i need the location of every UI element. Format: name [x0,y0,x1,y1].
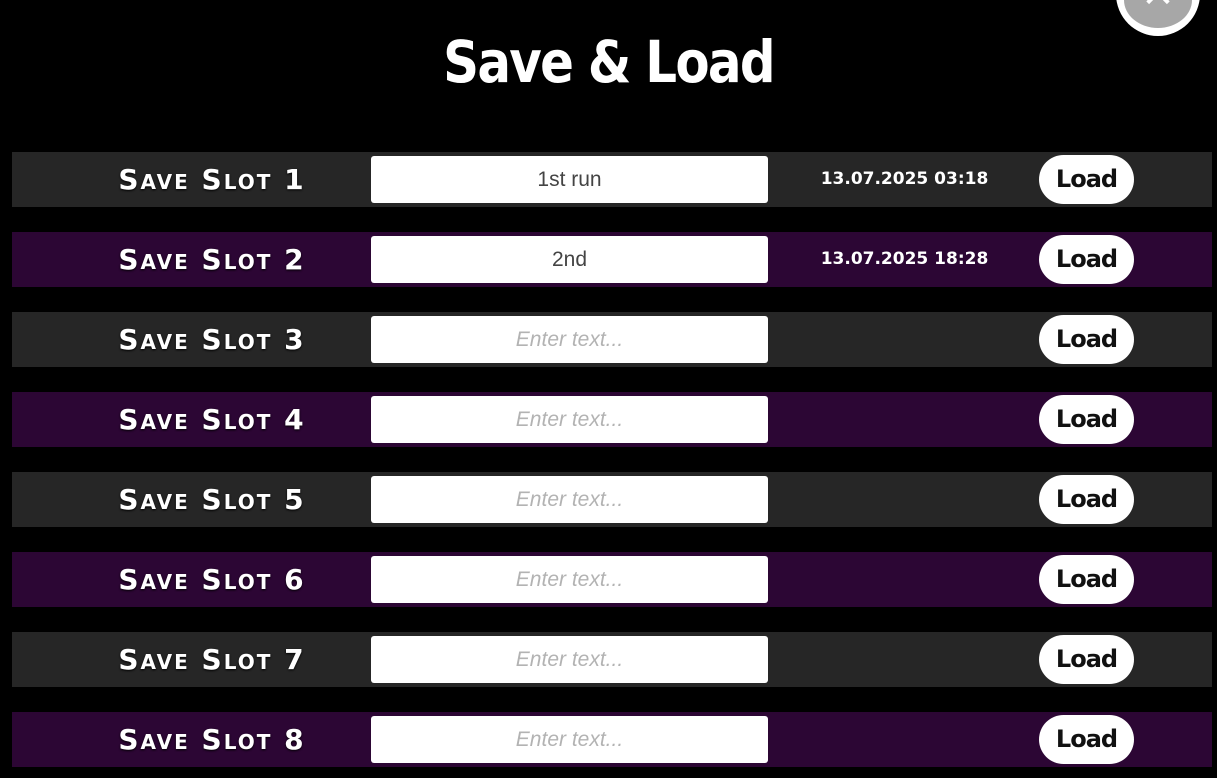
slot-label: Save Slot 5 [118,483,306,516]
save-slot-row-5: Save Slot 5 Load [12,472,1212,527]
slot-label: Save Slot 7 [118,643,306,676]
load-button[interactable]: Load [1039,395,1134,444]
save-slot-list: Save Slot 1 13.07.2025 03:18 Load Save S… [12,152,1212,778]
slot-label: Save Slot 6 [118,563,306,596]
slot-name-input[interactable] [371,236,768,283]
slot-name-input[interactable] [371,476,768,523]
save-slot-row-2: Save Slot 2 13.07.2025 18:28 Load [12,232,1212,287]
save-slot-row-6: Save Slot 6 Load [12,552,1212,607]
load-button[interactable]: Load [1039,475,1134,524]
slot-name-input[interactable] [371,636,768,683]
slot-name-input[interactable] [371,556,768,603]
close-icon: ✕ [1116,0,1200,14]
slot-name-input[interactable] [371,396,768,443]
load-button[interactable]: Load [1039,635,1134,684]
slot-timestamp: 13.07.2025 03:18 [820,169,989,189]
save-slot-row-3: Save Slot 3 Load [12,312,1212,367]
slot-name-input[interactable] [371,716,768,763]
slot-label: Save Slot 1 [118,163,306,196]
page-title: Save & Load [443,28,775,96]
slot-name-input[interactable] [371,156,768,203]
slot-label: Save Slot 8 [118,723,306,756]
slot-label: Save Slot 2 [118,243,306,276]
save-slot-row-1: Save Slot 1 13.07.2025 03:18 Load [12,152,1212,207]
slot-name-input[interactable] [371,316,768,363]
slot-label: Save Slot 3 [118,323,306,356]
load-button[interactable]: Load [1039,715,1134,764]
save-slot-row-4: Save Slot 4 Load [12,392,1212,447]
load-button[interactable]: Load [1039,235,1134,284]
load-button[interactable]: Load [1039,155,1134,204]
load-button[interactable]: Load [1039,555,1134,604]
save-slot-row-7: Save Slot 7 Load [12,632,1212,687]
load-button[interactable]: Load [1039,315,1134,364]
save-load-screen: Save & Load ✕ Save Slot 1 13.07.2025 03:… [0,0,1217,778]
save-slot-row-8: Save Slot 8 Load [12,712,1212,767]
slot-timestamp: 13.07.2025 18:28 [820,249,989,269]
slot-label: Save Slot 4 [118,403,306,436]
